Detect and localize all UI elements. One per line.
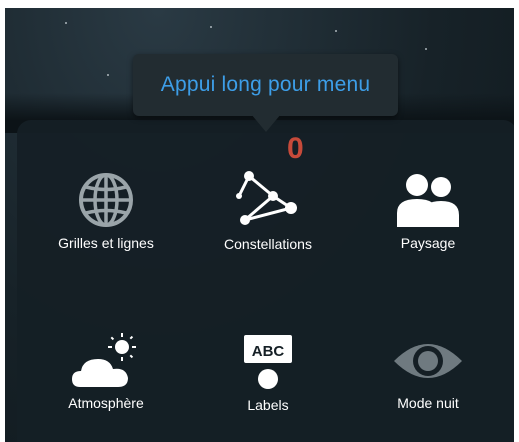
menu-item-constellations[interactable]: Constellations xyxy=(188,168,348,252)
menu-item-label: Mode nuit xyxy=(397,395,459,411)
count-badge: 0 xyxy=(287,132,304,165)
menu-item-landscape[interactable]: Paysage xyxy=(348,171,508,251)
constellation-icon xyxy=(236,171,297,225)
menu-item-atmosphere[interactable]: Atmosphère xyxy=(26,333,186,411)
menu-item-label: Constellations xyxy=(224,236,312,252)
sky-view-background: Appui long pour menu 0 Grilles et lignes xyxy=(5,8,514,442)
globe-grid-icon xyxy=(79,173,133,227)
menu-item-label: Paysage xyxy=(400,235,456,251)
star xyxy=(210,26,212,28)
atmosphere-cloud-sun-icon xyxy=(72,333,136,387)
landscape-icon xyxy=(397,174,459,227)
menu-item-night-mode[interactable]: Mode nuit xyxy=(348,333,508,411)
tooltip-arrow xyxy=(251,114,281,132)
menu-item-labels[interactable]: ABC Labels xyxy=(188,333,348,413)
star xyxy=(65,22,67,24)
star xyxy=(335,30,337,32)
menu-item-label: Atmosphère xyxy=(68,395,144,411)
star xyxy=(425,48,427,50)
labels-abc-icon: ABC xyxy=(244,335,292,389)
night-mode-eye-icon xyxy=(394,344,462,378)
menu-item-grids-lines[interactable]: Grilles et lignes xyxy=(26,171,186,251)
svg-text:ABC: ABC xyxy=(252,343,285,360)
tooltip-text: Appui long pour menu xyxy=(160,73,371,96)
tooltip: Appui long pour menu xyxy=(133,54,398,116)
menu-item-label: Grilles et lignes xyxy=(58,235,154,251)
menu-item-label: Labels xyxy=(247,397,289,413)
star xyxy=(107,74,109,76)
